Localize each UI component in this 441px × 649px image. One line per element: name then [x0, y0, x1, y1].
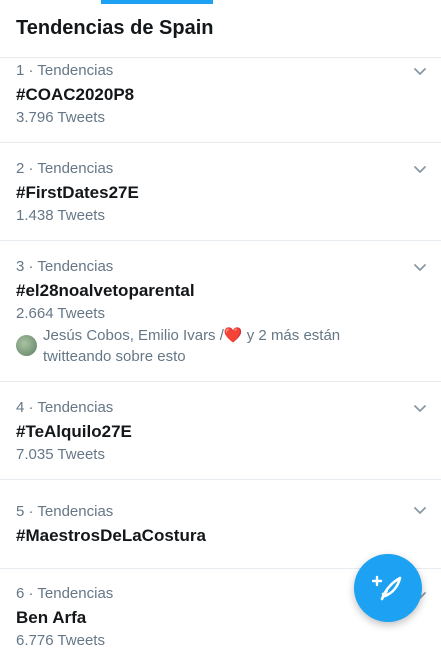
trend-tweet-count: 3.796 Tweets	[16, 109, 105, 126]
trend-item[interactable]: 4 · Tendencias #TeAlquilo27E 7.035 Tweet…	[0, 382, 441, 480]
trend-item[interactable]: 2 · Tendencias #FirstDates27E 1.438 Twee…	[0, 143, 441, 241]
trend-item[interactable]: 3 · Tendencias #el28noalvetoparental 2.6…	[0, 241, 441, 382]
trend-rank-label: 5 · Tendencias	[16, 503, 114, 520]
trend-tweet-count: 1.438 Tweets	[16, 207, 105, 224]
heart-emoji: ❤️	[223, 327, 243, 344]
chevron-down-icon[interactable]	[413, 65, 427, 79]
compose-tweet-icon	[372, 575, 402, 601]
trend-tweet-count: 2.664 Tweets	[16, 305, 105, 322]
page-header: Tendencias de Spain	[0, 0, 441, 58]
trend-item[interactable]: 1 · Tendencias #COAC2020P8 3.796 Tweets	[0, 58, 441, 143]
trend-rank-label: 4 · Tendencias	[16, 399, 114, 416]
trend-rank-label: 6 · Tendencias	[16, 585, 114, 602]
page-title: Tendencias de Spain	[16, 17, 214, 39]
trend-name: #FirstDates27E	[16, 183, 139, 202]
social-context-text: Jesús Cobos, Emilio Ivars /❤️ y 2 más es…	[43, 325, 403, 367]
trend-name: #TeAlquilo27E	[16, 422, 132, 441]
chevron-down-icon[interactable]	[413, 163, 427, 177]
chevron-down-icon[interactable]	[413, 504, 427, 518]
chevron-down-icon[interactable]	[413, 261, 427, 275]
trend-name: #MaestrosDeLaCostura	[16, 526, 206, 545]
trend-name: #COAC2020P8	[16, 85, 135, 104]
trend-name: Ben Arfa	[16, 608, 87, 627]
trend-tweet-count: 6.776 Tweets	[16, 632, 105, 649]
trend-rank-label: 1 · Tendencias	[16, 62, 114, 79]
compose-tweet-button[interactable]	[354, 554, 422, 622]
chevron-down-icon[interactable]	[413, 402, 427, 416]
trend-tweet-count: 7.035 Tweets	[16, 446, 105, 463]
avatar	[16, 335, 37, 356]
trend-rank-label: 3 · Tendencias	[16, 258, 114, 275]
context-names: Jesús Cobos, Emilio Ivars /	[43, 327, 224, 344]
trend-rank-label: 2 · Tendencias	[16, 160, 114, 177]
trend-name: #el28noalvetoparental	[16, 281, 195, 300]
trend-social-context: Jesús Cobos, Emilio Ivars /❤️ y 2 más es…	[16, 325, 416, 369]
